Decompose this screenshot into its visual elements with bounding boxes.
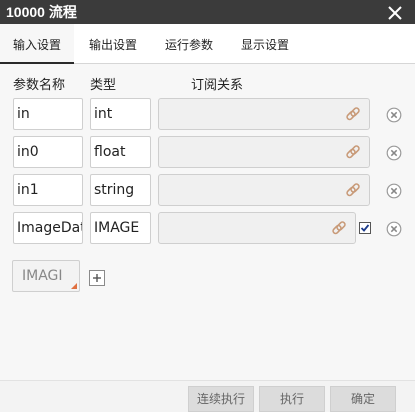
- tab-input-settings[interactable]: 输入设置: [0, 24, 74, 64]
- link-icon[interactable]: [331, 220, 347, 236]
- param-type-input[interactable]: string: [90, 174, 151, 206]
- window-title: 10000 流程: [6, 4, 77, 20]
- checkmark-icon: [360, 224, 370, 232]
- plus-icon: [93, 274, 101, 282]
- tab-display-settings[interactable]: 显示设置: [228, 24, 302, 64]
- footer-bar: 连续执行 执行 确定: [0, 380, 415, 412]
- process-dialog: 10000 流程 输入设置 输出设置 运行参数 显示设置 参数名称 类型 订阅关…: [0, 0, 415, 412]
- close-button[interactable]: [387, 2, 403, 22]
- subscription-field[interactable]: [158, 136, 370, 168]
- title-bar: 10000 流程: [0, 0, 415, 24]
- delete-circle-icon: [386, 145, 402, 161]
- param-name-input[interactable]: in: [13, 98, 83, 130]
- link-icon[interactable]: [345, 182, 361, 198]
- delete-circle-icon: [386, 107, 402, 123]
- param-name-input[interactable]: ImageDat: [13, 212, 83, 244]
- param-type-input[interactable]: IMAGE: [90, 212, 151, 244]
- tab-output-settings[interactable]: 输出设置: [76, 24, 150, 64]
- run-button[interactable]: 执行: [259, 386, 325, 412]
- tab-run-params[interactable]: 运行参数: [152, 24, 226, 64]
- link-icon[interactable]: [345, 106, 361, 122]
- new-param-type-select[interactable]: IMAGI: [12, 260, 80, 292]
- subscription-field[interactable]: [158, 174, 370, 206]
- delete-circle-icon: [386, 221, 402, 237]
- new-param-type-value: IMAGI: [22, 268, 63, 284]
- dropdown-corner-icon: [71, 283, 77, 289]
- close-icon: [388, 6, 402, 20]
- tab-bar: 输入设置 输出设置 运行参数 显示设置: [0, 24, 415, 64]
- column-header-subscription: 订阅关系: [191, 78, 244, 93]
- delete-circle-icon: [386, 183, 402, 199]
- column-header-name: 参数名称: [13, 78, 66, 93]
- subscription-field[interactable]: [158, 98, 370, 130]
- param-type-input[interactable]: float: [90, 136, 151, 168]
- param-checkbox[interactable]: [359, 222, 371, 234]
- subscription-field[interactable]: [158, 212, 356, 244]
- column-header-type: 类型: [90, 78, 117, 93]
- confirm-button[interactable]: 确定: [330, 386, 396, 412]
- delete-param-button[interactable]: [386, 183, 402, 199]
- param-type-input[interactable]: int: [90, 98, 151, 130]
- param-name-input[interactable]: in1: [13, 174, 83, 206]
- input-settings-panel: 参数名称 类型 订阅关系 in int in0 float in1 string…: [0, 65, 415, 380]
- param-name-input[interactable]: in0: [13, 136, 83, 168]
- delete-param-button[interactable]: [386, 221, 402, 237]
- delete-param-button[interactable]: [386, 145, 402, 161]
- continuous-run-button[interactable]: 连续执行: [188, 386, 254, 412]
- link-icon[interactable]: [345, 144, 361, 160]
- delete-param-button[interactable]: [386, 107, 402, 123]
- add-param-button[interactable]: [89, 270, 105, 286]
